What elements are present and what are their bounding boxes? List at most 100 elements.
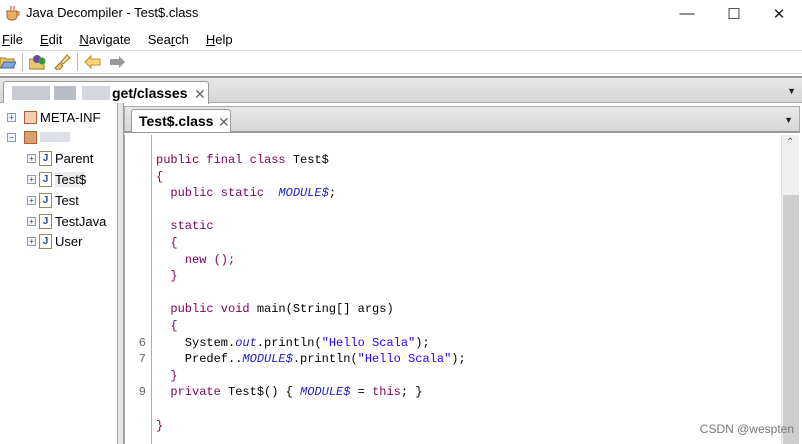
forward-icon[interactable] bbox=[108, 55, 126, 69]
java-class-icon: J bbox=[39, 172, 52, 188]
menu-file[interactable]: File bbox=[0, 32, 31, 47]
code-line: { bbox=[156, 319, 177, 333]
code-line: System.out.println("Hello Scala"); bbox=[156, 336, 430, 350]
code-token: } bbox=[156, 269, 178, 284]
tab-label: Test$.class bbox=[139, 113, 214, 129]
collapse-icon[interactable]: − bbox=[7, 132, 16, 142]
coffee-cup-icon bbox=[6, 5, 20, 21]
expand-icon[interactable]: + bbox=[27, 195, 36, 205]
tree-node[interactable]: + J Test$ bbox=[27, 172, 87, 188]
code-token: } bbox=[156, 418, 164, 433]
code-token: public void bbox=[156, 302, 257, 317]
code-token: out bbox=[235, 335, 257, 350]
expand-icon[interactable]: + bbox=[27, 237, 36, 247]
code-line: } bbox=[156, 368, 178, 383]
expand-icon[interactable]: + bbox=[27, 154, 36, 164]
code-line: static bbox=[156, 219, 214, 234]
close-tab-icon[interactable]: ✕ bbox=[194, 86, 206, 103]
tab-list-dropdown-icon[interactable]: ▼ bbox=[787, 86, 796, 96]
code-token: System. bbox=[156, 335, 236, 350]
code-token: } bbox=[156, 368, 178, 383]
code-token: private bbox=[156, 385, 229, 400]
code-token: this bbox=[372, 385, 401, 400]
code-token: .println( bbox=[256, 335, 322, 350]
java-class-icon: J bbox=[39, 234, 52, 250]
close-tab-icon[interactable]: ✕ bbox=[218, 114, 230, 131]
redacted-path bbox=[54, 86, 76, 100]
line-number: 6 bbox=[138, 335, 146, 350]
close-button[interactable]: ✕ bbox=[756, 0, 802, 27]
code-token: static bbox=[156, 219, 214, 234]
tree-node[interactable]: + META-INF bbox=[7, 110, 100, 125]
code-line: public final class Test$ bbox=[156, 153, 329, 167]
java-class-icon: J bbox=[39, 192, 52, 208]
code-line: } bbox=[156, 419, 163, 433]
line-number-gutter: 6 7 9 bbox=[125, 135, 152, 444]
package-icon bbox=[24, 111, 37, 124]
tree-node-label: META-INF bbox=[40, 110, 101, 125]
code-token: MODULE$ bbox=[278, 186, 329, 201]
code-token: new (); bbox=[156, 252, 236, 267]
tree-node[interactable]: + J Parent bbox=[27, 151, 94, 167]
expand-icon[interactable]: + bbox=[27, 175, 36, 185]
java-class-icon: J bbox=[39, 151, 52, 167]
open-file-icon[interactable] bbox=[0, 55, 16, 69]
tree-node[interactable]: + J User bbox=[27, 234, 83, 250]
menu-edit[interactable]: Edit bbox=[38, 32, 70, 47]
minimize-button[interactable]: — bbox=[664, 0, 710, 27]
expand-icon[interactable]: + bbox=[27, 216, 36, 226]
tree-node[interactable]: + J TestJava bbox=[27, 213, 106, 229]
editor-tab-bar: Test$.class ✕ ▼ bbox=[124, 106, 800, 133]
maximize-button[interactable]: ☐ bbox=[711, 0, 757, 27]
menu-navigate[interactable]: Navigate bbox=[77, 32, 138, 47]
menu-search[interactable]: Search bbox=[146, 32, 197, 47]
minimize-icon: — bbox=[679, 5, 695, 22]
code-token: MODULE$ bbox=[300, 385, 351, 400]
redacted-label bbox=[40, 132, 70, 143]
code-line: { bbox=[156, 170, 163, 184]
line-number: 9 bbox=[138, 385, 146, 400]
maximize-icon: ☐ bbox=[727, 5, 741, 23]
search-icon[interactable] bbox=[53, 54, 71, 70]
close-icon: ✕ bbox=[772, 5, 786, 23]
tab-test-class[interactable]: Test$.class ✕ bbox=[131, 109, 231, 132]
toolbar-separator bbox=[77, 53, 78, 71]
tree-node-label: Test bbox=[55, 192, 79, 208]
code-token: ); bbox=[415, 335, 430, 350]
redacted-path bbox=[82, 86, 110, 100]
vertical-scrollbar[interactable]: ⌃ bbox=[781, 135, 799, 444]
tree-node[interactable]: + J Test bbox=[27, 192, 79, 208]
code-token: { bbox=[156, 169, 164, 184]
code-line: Predef..MODULE$.println("Hello Scala"); bbox=[156, 352, 466, 366]
code-token: public final class bbox=[156, 153, 293, 167]
tab-classes[interactable]: get/classes ✕ bbox=[3, 81, 209, 104]
code-line: { bbox=[156, 236, 177, 250]
menu-help[interactable]: Help bbox=[204, 32, 241, 47]
code-token: public static bbox=[156, 186, 279, 201]
scrollbar-thumb[interactable] bbox=[783, 195, 799, 444]
menu-bar: File Edit Navigate Search Help bbox=[0, 28, 802, 50]
toolbar bbox=[0, 50, 802, 74]
code-line: public static MODULE$; bbox=[156, 186, 336, 200]
tab-label: get/classes bbox=[112, 85, 188, 101]
code-line: public void main(String[] args) bbox=[156, 302, 393, 317]
code-token: Predef.. bbox=[156, 352, 243, 367]
redacted-path bbox=[12, 86, 50, 100]
tree-node-label: User bbox=[55, 234, 83, 250]
tree-node-label: Parent bbox=[55, 151, 94, 167]
tab-list-dropdown-icon[interactable]: ▼ bbox=[784, 115, 793, 125]
code-line: private Test$() { MODULE$ = this; } bbox=[156, 385, 422, 399]
back-icon[interactable] bbox=[84, 55, 102, 69]
code-token: MODULE$ bbox=[242, 352, 293, 367]
line-number: 7 bbox=[138, 352, 146, 367]
code-token: Test$() { bbox=[228, 385, 301, 400]
code-line: } bbox=[156, 269, 178, 284]
expand-icon[interactable]: + bbox=[7, 113, 16, 122]
tree-node[interactable]: − bbox=[7, 130, 70, 144]
code-editor[interactable]: 6 7 9 public final class Test$ { public sta… bbox=[124, 135, 800, 444]
watermark: CSDN @wespten bbox=[699, 422, 794, 436]
java-class-icon: J bbox=[39, 213, 52, 229]
open-type-icon[interactable] bbox=[29, 54, 47, 70]
scroll-up-icon[interactable]: ⌃ bbox=[786, 137, 794, 148]
toolbar-separator bbox=[22, 53, 23, 71]
